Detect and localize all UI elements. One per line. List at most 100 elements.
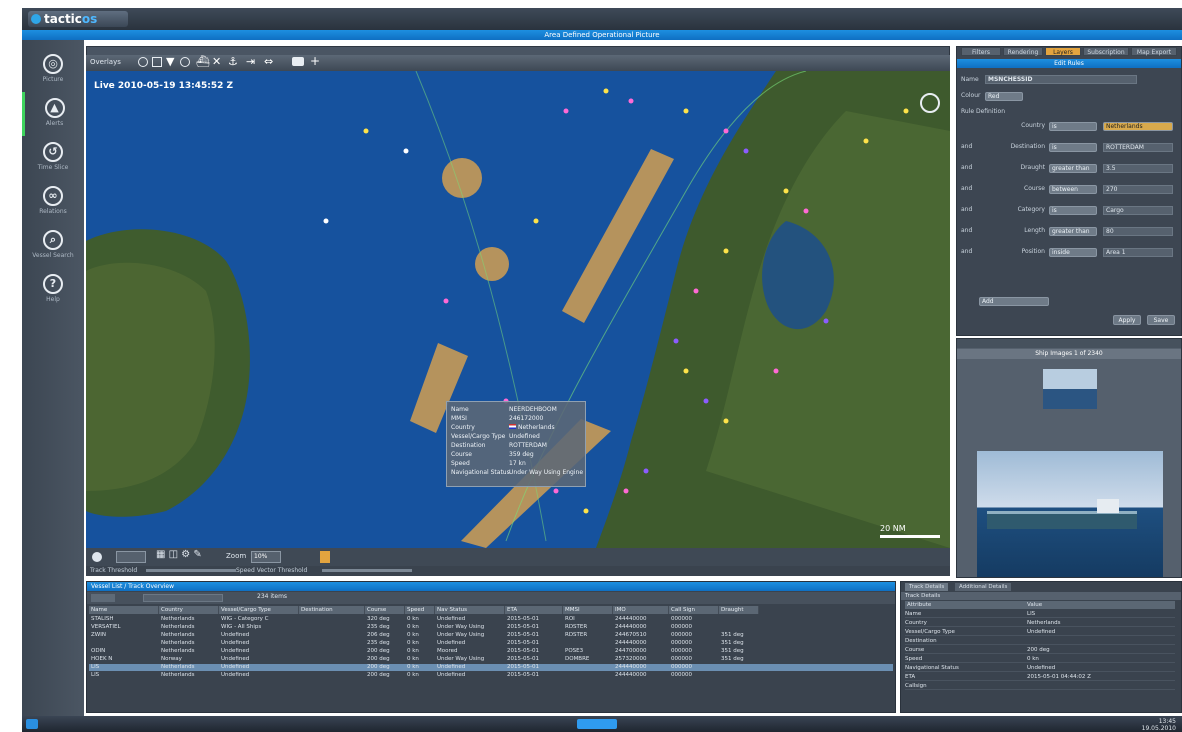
- table-cell: Norway: [161, 656, 182, 662]
- table-cell: VERSATIEL: [91, 624, 121, 630]
- grid-tool-icon[interactable]: [152, 57, 162, 67]
- nav-vessel-search[interactable]: ⌕ Vessel Search: [22, 224, 84, 268]
- table-row[interactable]: LIS Netherlands Undefined 200 deg 0 kn Undefi…: [89, 672, 893, 679]
- table-filter-input[interactable]: [143, 594, 223, 602]
- flag-icon: [509, 424, 516, 429]
- nav-picture[interactable]: ◎ Picture: [22, 48, 84, 92]
- table-cell: 200 deg: [367, 648, 390, 654]
- tab-rendering[interactable]: Rendering: [1003, 47, 1043, 56]
- table-cell: Moored: [437, 648, 458, 654]
- nav-help[interactable]: ? Help: [22, 268, 84, 312]
- track-threshold-slider[interactable]: [146, 569, 236, 572]
- taskbar-app-button[interactable]: [577, 719, 617, 729]
- table-column-header[interactable]: Speed: [405, 606, 435, 614]
- zoom-select[interactable]: 10%: [251, 551, 281, 563]
- rule-operator-select[interactable]: is: [1049, 206, 1097, 215]
- history-icon: ↺: [43, 142, 63, 162]
- table-column-header[interactable]: Draught: [719, 606, 759, 614]
- table-cell: Undefined: [437, 640, 466, 646]
- table-column-header[interactable]: IMO: [613, 606, 669, 614]
- table-cell: Undefined: [221, 664, 250, 670]
- add-rule-select[interactable]: Add: [979, 297, 1049, 306]
- table-row[interactable]: VERSATIEL Netherlands WIG - All Ships 235 d…: [89, 624, 893, 631]
- close-tool-icon[interactable]: ✕: [212, 55, 221, 68]
- tab-subscription[interactable]: Subscription: [1083, 47, 1129, 56]
- rule-operator-select[interactable]: greater than: [1049, 227, 1097, 236]
- table-column-header[interactable]: Course: [365, 606, 405, 614]
- ship-photo: [977, 451, 1163, 577]
- table-row[interactable]: Netherlands Undefined 235 deg 0 kn Undefined…: [89, 640, 893, 647]
- lock-icon[interactable]: [320, 551, 330, 563]
- tab-filters[interactable]: Filters: [961, 47, 1001, 56]
- table-column-header[interactable]: Destination: [299, 606, 365, 614]
- layer-select[interactable]: [116, 551, 146, 563]
- speed-threshold-slider[interactable]: [322, 569, 412, 572]
- nav-alerts[interactable]: ▲ Alerts: [22, 92, 84, 136]
- ship-tool-icon[interactable]: ⛴: [196, 55, 210, 68]
- ship-thumbnail[interactable]: [1043, 369, 1097, 409]
- export-tool-icon[interactable]: ⇥: [246, 55, 255, 68]
- rule-name-input[interactable]: MSNCHESSID: [985, 75, 1137, 84]
- table-column-header[interactable]: Country: [159, 606, 219, 614]
- apply-button[interactable]: Apply: [1113, 315, 1141, 325]
- tab-additional-details[interactable]: Additional Details: [955, 583, 1012, 591]
- vessel-table-panel: Vessel List / Track Overview 234 items N…: [86, 581, 896, 713]
- speed-threshold-label: Speed Vector Threshold: [236, 567, 308, 574]
- filter-button[interactable]: [91, 594, 115, 602]
- nav-relations[interactable]: ∞ Relations: [22, 180, 84, 224]
- table-row[interactable]: HOEK N Norway Undefined 200 deg 0 kn Under Wa…: [89, 656, 893, 663]
- rule-operator-select[interactable]: is: [1049, 143, 1097, 152]
- anchor-tool-icon[interactable]: ⚓: [228, 55, 238, 68]
- table-column-header[interactable]: MMSI: [563, 606, 613, 614]
- tooltip-row: MMSI 246172000: [451, 415, 544, 422]
- rule-value-input[interactable]: 3.5: [1103, 164, 1173, 173]
- tab-layers[interactable]: Layers: [1045, 47, 1081, 56]
- tab-track-details[interactable]: Track Details: [905, 583, 949, 591]
- map-tools-icon[interactable]: ▦ ◫ ⚙ ✎: [156, 549, 202, 560]
- rule-operator-select[interactable]: is: [1049, 122, 1097, 131]
- table-row[interactable]: LIS Netherlands Undefined 200 deg 0 kn Undefi…: [89, 664, 893, 671]
- rule-operator-select[interactable]: greater than: [1049, 164, 1097, 173]
- ruler-tool-icon[interactable]: ⇔: [264, 55, 273, 68]
- rule-value-input[interactable]: Cargo: [1103, 206, 1173, 215]
- table-column-header[interactable]: Nav Status: [435, 606, 505, 614]
- camera-tool-icon[interactable]: [292, 57, 304, 66]
- table-cell: POSE3: [565, 648, 584, 654]
- save-button[interactable]: Save: [1147, 315, 1175, 325]
- table-cell: 2015-05-01: [507, 648, 539, 654]
- table-cell: 2015-05-01: [507, 640, 539, 646]
- table-row[interactable]: STALISH Netherlands WIG - Category C 320 de…: [89, 616, 893, 623]
- rule-value-input[interactable]: Netherlands: [1103, 122, 1173, 131]
- rule-value-input[interactable]: ROTTERDAM: [1103, 143, 1173, 152]
- rule-prefix: and: [961, 227, 973, 234]
- globe-icon: ◎: [43, 54, 63, 74]
- map-toolbar: Overlays ▼ ⛴ ✕ ⚓ ⇥ ⇔ +: [86, 54, 950, 71]
- search-icon: ⌕: [43, 230, 63, 250]
- rule-prefix: and: [961, 164, 973, 171]
- play-icon[interactable]: [92, 552, 102, 562]
- globe-tool-icon[interactable]: [138, 57, 148, 67]
- rule-value-input[interactable]: 80: [1103, 227, 1173, 236]
- table-row[interactable]: ODIN Netherlands Undefined 200 deg 0 kn Moore…: [89, 648, 893, 655]
- add-tool-icon[interactable]: +: [310, 54, 320, 68]
- compass-icon[interactable]: [920, 93, 940, 113]
- rule-value-input[interactable]: 270: [1103, 185, 1173, 194]
- zone-circle-1: [442, 158, 482, 198]
- rule-operator-select[interactable]: inside: [1049, 248, 1097, 257]
- colour-label: Colour: [961, 92, 981, 99]
- nav-time-slice[interactable]: ↺ Time Slice: [22, 136, 84, 180]
- tab-map-export[interactable]: Map Export: [1131, 47, 1177, 56]
- info-tool-icon[interactable]: [180, 57, 190, 67]
- colour-select[interactable]: Red: [985, 92, 1023, 101]
- rule-operator-select[interactable]: between: [1049, 185, 1097, 194]
- table-column-header[interactable]: Call Sign: [669, 606, 719, 614]
- filter-tool-icon[interactable]: ▼: [166, 55, 174, 68]
- edit-rules-header: Edit Rules: [957, 59, 1181, 68]
- table-cell: 2015-05-01: [507, 672, 539, 678]
- table-row[interactable]: ZWIN Netherlands Undefined 206 deg 0 kn Under…: [89, 632, 893, 639]
- table-column-header[interactable]: ETA: [505, 606, 563, 614]
- start-icon[interactable]: [26, 719, 38, 729]
- table-column-header[interactable]: Name: [89, 606, 159, 614]
- rule-value-input[interactable]: Area 1: [1103, 248, 1173, 257]
- table-column-header[interactable]: Vessel/Cargo Type: [219, 606, 299, 614]
